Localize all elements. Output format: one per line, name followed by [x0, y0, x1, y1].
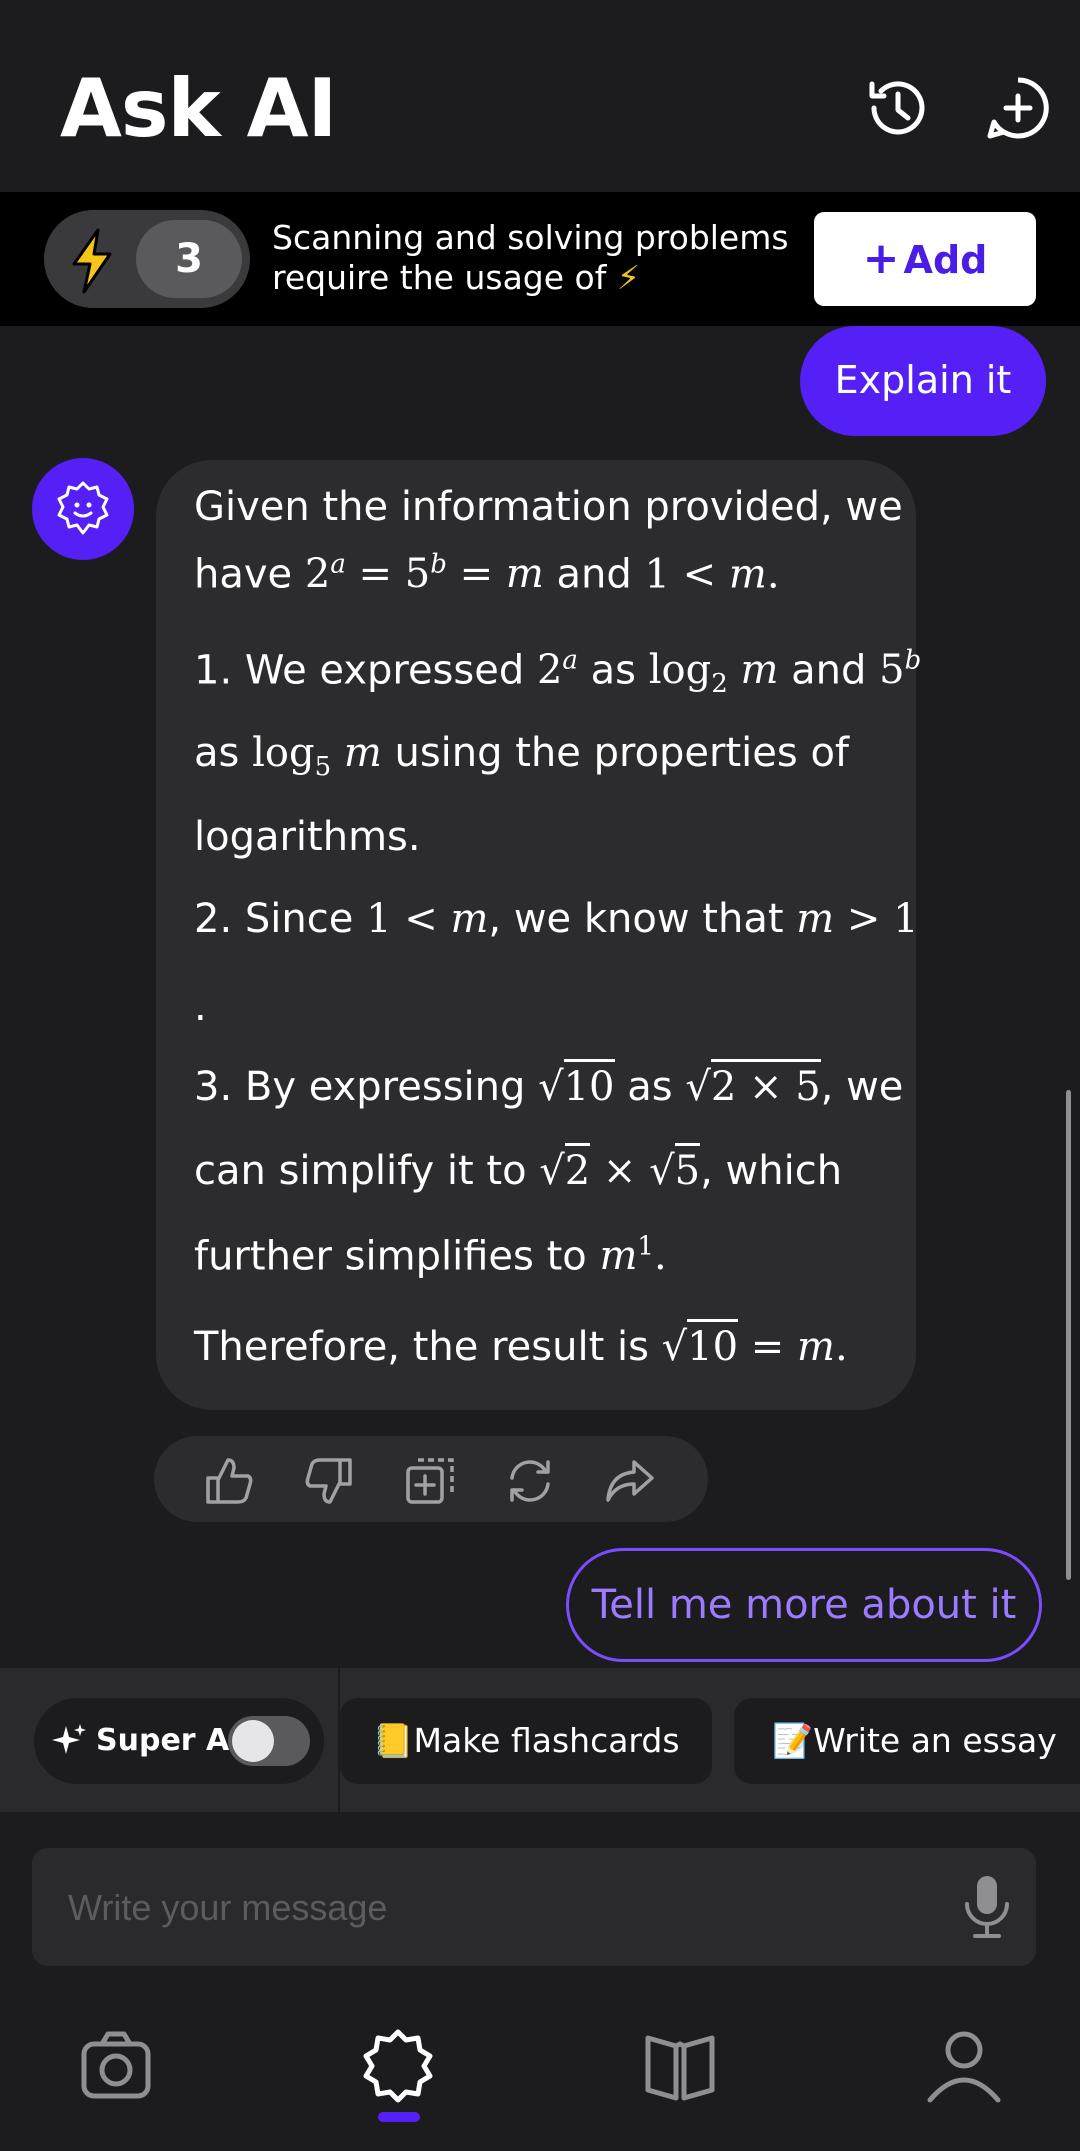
- chat-scrollbar[interactable]: [1066, 1090, 1071, 1580]
- bot-line: Given the information provided, we: [194, 484, 903, 530]
- new-chat-icon[interactable]: [982, 72, 1054, 144]
- bot-line: can simplify it to √2 × √5, which: [194, 1143, 842, 1194]
- ask-ai-icon[interactable]: [358, 2026, 438, 2106]
- sparkle-icon: [52, 1724, 86, 1754]
- make-flashcards-chip[interactable]: 📒Make flashcards: [340, 1698, 712, 1784]
- microphone-icon[interactable]: [962, 1874, 1012, 1942]
- bot-line: further simplifies to m1.: [194, 1232, 667, 1280]
- history-icon[interactable]: [862, 72, 934, 144]
- app-header: Ask AI: [0, 0, 1080, 192]
- credit-info-text: Scanning and solving problems require th…: [272, 218, 789, 297]
- super-ai-chip: Super AI: [34, 1698, 324, 1784]
- bot-line: Therefore, the result is √10 = m.: [194, 1319, 848, 1370]
- add-credits-button[interactable]: + Add: [814, 212, 1036, 306]
- bot-line: have 2a = 5b = m and 1 < m.: [194, 550, 780, 598]
- page-title: Ask AI: [60, 62, 337, 155]
- bottom-navigation: [0, 1982, 1080, 2151]
- active-tab-indicator: [378, 2112, 420, 2122]
- regenerate-icon[interactable]: [504, 1456, 556, 1506]
- bot-line: 2. Since 1 < m, we know that m > 1: [194, 896, 919, 942]
- super-ai-toggle[interactable]: [228, 1716, 310, 1766]
- composer: [32, 1848, 1036, 1966]
- user-message-bubble: Explain it: [800, 326, 1046, 436]
- bot-line: logarithms.: [194, 814, 421, 860]
- write-essay-chip[interactable]: 📝Write an essay: [734, 1698, 1080, 1784]
- lightning-icon: [72, 228, 112, 294]
- credit-count: 3: [136, 220, 242, 298]
- share-icon[interactable]: [604, 1456, 656, 1506]
- thumbs-up-icon[interactable]: [204, 1456, 256, 1506]
- camera-icon[interactable]: [76, 2026, 156, 2106]
- toggle-knob: [232, 1720, 274, 1762]
- bot-line: 3. By expressing √10 as √2 × 5, we: [194, 1059, 903, 1110]
- library-icon[interactable]: [640, 2026, 720, 2106]
- lightning-small-icon: ⚡: [616, 258, 641, 297]
- thumbs-down-icon[interactable]: [302, 1456, 354, 1506]
- bot-line: .: [194, 984, 207, 1030]
- user-message-bubble: Tell me more about it: [566, 1548, 1042, 1662]
- bot-avatar: [32, 458, 134, 560]
- ai-badge-icon: [57, 481, 109, 535]
- plus-icon: +: [862, 233, 900, 284]
- message-input[interactable]: [66, 1868, 950, 1948]
- bot-line: 1. We expressed 2a as log2 m and 5b: [194, 646, 922, 700]
- add-to-notes-icon[interactable]: [404, 1456, 456, 1506]
- bot-line: as log5 m using the properties of: [194, 730, 849, 782]
- profile-icon[interactable]: [924, 2026, 1004, 2106]
